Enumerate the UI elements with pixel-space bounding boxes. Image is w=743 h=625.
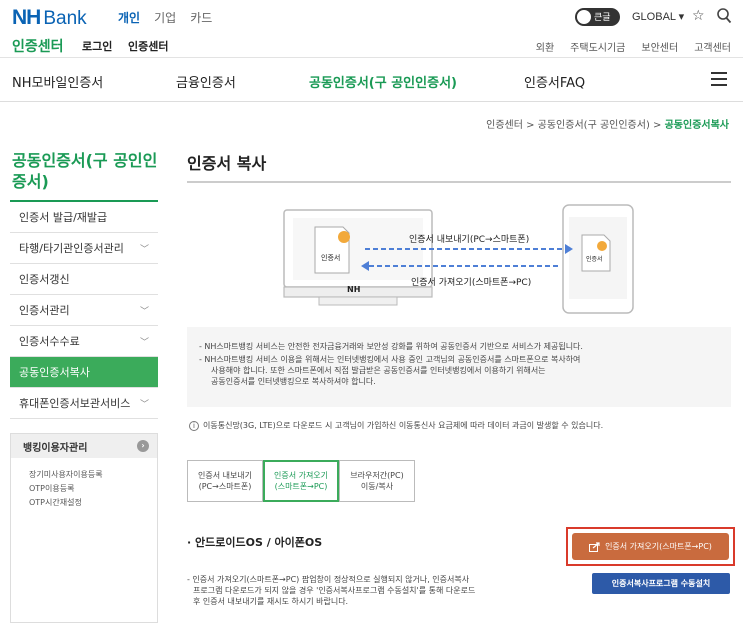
import-cert-button-label: 인증서 가져오기(스마트폰→PC) [605,542,712,551]
notice-line: - NH스마트뱅킹 서비스 이용을 위해서는 인터넷뱅킹에서 사용 중인 고객님… [199,355,581,364]
sidebar-item-label: 공동인증서복사 [19,366,90,379]
page-title: 인증서 복사 [187,154,267,173]
copy-illustration: 인증서 인증서 NH 인증서 내보내기(PC→스마트폰) 인증서 가져오기(스마… [283,203,636,315]
top-bar: NH Bank 개인 기업 카드 큰글 GLOBAL ▾ ☆ [0,0,743,34]
sidebar-item-cert-management[interactable]: 인증서관리 ﹀ [10,295,158,326]
sidebar-item-label: 인증서관리 [19,304,70,317]
tab-cert-faq[interactable]: 인증서FAQ [524,72,585,91]
link-otp-reset[interactable]: OTP시간재설정 [11,494,157,508]
banking-user-header[interactable]: 뱅킹이용자관리 › [11,434,157,458]
hamburger-icon[interactable] [711,72,727,86]
desc-line: 후 인증서 내보내기를 재시도 하시기 바랍니다. [193,597,349,606]
desc-line: - 인증서 가져오기(스마트폰→PC) 팝업창이 정상적으로 실행되지 않거나,… [187,575,470,584]
chevron-down-icon: ﹀ [139,306,149,317]
cert-center-bar: 인증센터 로그인 인증센터 외환 주택도시기금 보안센터 고객센터 [0,34,743,58]
sidebar-item-fee[interactable]: 인증서수수료 ﹀ [10,326,158,357]
info-text: 이동통신망(3G, LTE)으로 다운로드 시 고객님이 가입하신 이동통신사 … [203,421,604,430]
utility-customer-center[interactable]: 고객센터 [694,39,731,54]
phone-cert-badge: 인증서 [586,256,603,263]
sidebar-item-label: 인증서 발급/재발급 [19,211,108,224]
manual-install-button[interactable]: 인증서복사프로그램 수동설치 [592,573,730,594]
breadcrumb: 인증센터 > 공동인증서(구 공인인증서) > 공동인증서복사 [486,116,729,131]
utility-links: 외환 주택도시기금 보안센터 고객센터 [536,39,731,54]
sidebar-item-other-bank-cert[interactable]: 타행/타기관인증서관리 ﹀ [10,233,158,264]
top-nav: 개인 기업 카드 [118,9,212,26]
os-section-title: · 안드로이드OS / 아이폰OS [187,536,323,549]
top-nav-card[interactable]: 카드 [190,9,212,26]
chevron-down-icon: ﹀ [139,337,149,348]
tab-browser-copy[interactable]: 브라우저간(PC) 이동/복사 [339,460,415,502]
tab-line: (스마트폰→PC) [274,482,328,491]
tab-line: 인증서 가져오기 [273,471,329,480]
import-cert-button[interactable]: 인증서 가져오기(스마트폰→PC) [572,533,729,560]
sidebar-title: 공동인증서(구 공인인 증서) [12,151,158,191]
tab-import-cert[interactable]: 인증서 가져오기 (스마트폰→PC) [263,460,339,502]
sidebar-item-phone-storage[interactable]: 휴대폰인증서보관서비스 ﹀ [10,388,158,419]
breadcrumb-path: 인증센터 > 공동인증서(구 공인인증서) > [486,120,665,131]
large-text-toggle[interactable]: 큰글 [575,8,620,26]
login-link[interactable]: 로그인 [82,38,112,54]
banking-user-title: 뱅킹이용자관리 [23,442,88,454]
nh-mark: NH [347,285,361,294]
cert-center-link[interactable]: 인증센터 [128,38,168,54]
logo-bank: Bank [43,8,87,29]
sidebar-item-label: 휴대폰인증서보관서비스 [19,397,131,410]
top-nav-personal[interactable]: 개인 [118,9,140,26]
tab-financial-cert[interactable]: 금융인증서 [176,72,236,91]
sidebar-item-cert-copy[interactable]: 공동인증서복사 [10,357,158,388]
notice-line: - NH스마트뱅킹 서비스는 안전한 전자금융거래와 보안성 강화를 위하여 공… [199,342,583,351]
star-icon[interactable]: ☆ [692,8,705,24]
link-otp-register[interactable]: OTP이용등록 [11,480,157,494]
link-dormant-user[interactable]: 장기미사용자이용등록 [11,466,157,480]
utility-forex[interactable]: 외환 [536,39,554,54]
utility-security-center[interactable]: 보안센터 [641,39,678,54]
global-dropdown[interactable]: GLOBAL ▾ [632,10,684,23]
copy-type-tabs: 인증서 내보내기 (PC→스마트폰) 인증서 가져오기 (스마트폰→PC) 브라우저… [187,460,415,502]
install-description: - 인증서 가져오기(스마트폰→PC) 팝업창이 정상적으로 실행되지 않거나,… [187,574,547,607]
top-nav-business[interactable]: 기업 [154,9,176,26]
tab-line: 브라우저간(PC) [350,471,404,480]
toggle-knob [577,10,591,24]
sidebar-item-issue[interactable]: 인증서 발급/재발급 [10,202,158,233]
export-icon [589,541,600,552]
main-nav: NH모바일인증서 금융인증서 공동인증서(구 공인인증서) 인증서FAQ [0,58,743,102]
import-button-highlight: 인증서 가져오기(스마트폰→PC) [566,527,735,566]
tab-joint-cert[interactable]: 공동인증서(구 공인인증서) [309,72,457,91]
cert-center-title[interactable]: 인증센터 [12,36,64,56]
nh-bank-logo[interactable]: NH Bank [12,6,87,30]
breadcrumb-current: 공동인증서복사 [664,120,729,131]
chevron-down-icon: ﹀ [139,399,149,410]
sidebar-item-label: 인증서수수료 [19,335,80,348]
data-charge-info: i 이동통신망(3G, LTE)으로 다운로드 시 고객님이 가입하신 이동통신… [189,420,603,431]
title-divider [187,181,731,183]
logo-nh: NH [12,6,41,29]
banking-user-box: 뱅킹이용자관리 › 장기미사용자이용등록 OTP이용등록 OTP시간재설정 [10,433,158,623]
arrow-circle-icon: › [137,440,149,452]
notice-box: - NH스마트뱅킹 서비스는 안전한 전자금융거래와 보안성 강화를 위하여 공… [187,327,731,407]
sidebar-item-renewal[interactable]: 인증서갱신 [10,264,158,295]
toggle-label: 큰글 [594,13,611,23]
tab-export-cert[interactable]: 인증서 내보내기 (PC→스마트폰) [187,460,263,502]
search-icon[interactable] [716,7,732,25]
chevron-down-icon: ﹀ [139,244,149,255]
pc-cert-badge: 인증서 [321,254,341,262]
info-icon: i [189,420,199,431]
tab-line: 이동/복사 [360,482,394,491]
notice-line: 사용해야 합니다. 또한 스마트폰에서 직접 발급받은 공동인증서를 인터넷뱅킹… [211,366,546,375]
tab-line: (PC→스마트폰) [198,482,252,491]
tab-nh-mobile-cert[interactable]: NH모바일인증서 [12,72,103,91]
import-label: 인증서 가져오기(스마트폰→PC) [411,278,532,288]
sidebar-item-label: 인증서갱신 [19,273,70,286]
tab-line: 인증서 내보내기 [197,471,253,480]
utility-housing-fund[interactable]: 주택도시기금 [570,39,625,54]
desc-line: 프로그램 다운로드가 되지 않을 경우 '인증서복사프로그램 수동설치'를 통해… [193,586,476,595]
export-label: 인증서 내보내기(PC→스마트폰) [409,235,530,245]
notice-line: 공동인증서를 인터넷뱅킹으로 복사하셔야 합니다. [211,377,376,386]
sidebar-item-label: 타행/타기관인증서관리 [19,242,124,255]
sidebar-menu: 인증서 발급/재발급 타행/타기관인증서관리 ﹀ 인증서갱신 인증서관리 ﹀ 인… [10,200,158,419]
